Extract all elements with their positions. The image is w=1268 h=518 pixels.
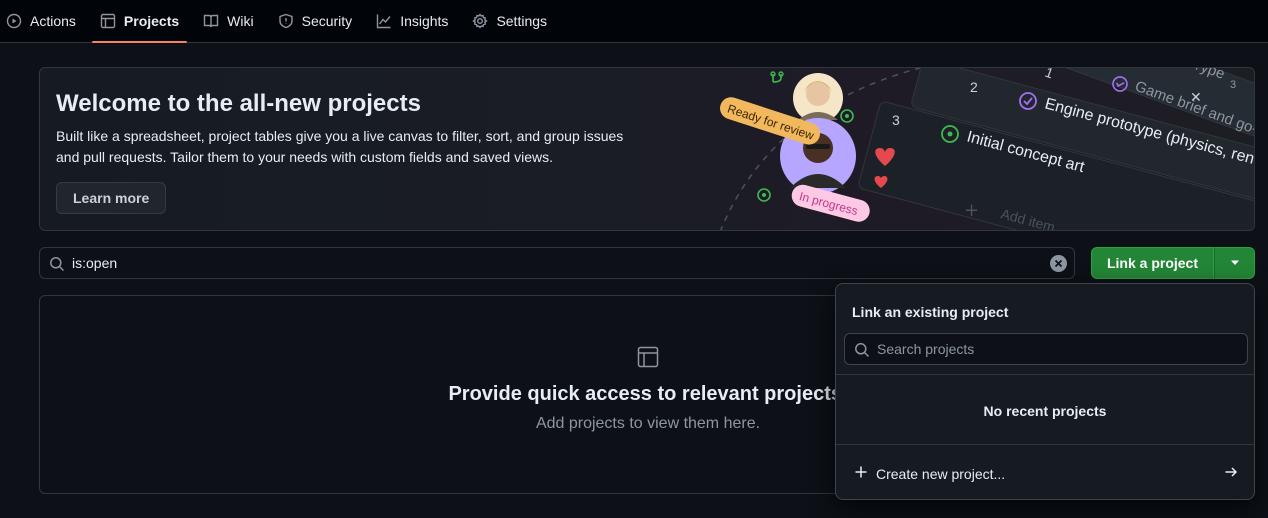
art-row1-num: 1 <box>1043 68 1056 82</box>
x-icon <box>1054 259 1063 268</box>
arrow-right-icon <box>1225 467 1238 477</box>
plus-icon <box>855 466 867 478</box>
art-close-mark: ✕ <box>1190 90 1202 106</box>
banner-title: Welcome to the all-new projects <box>56 90 421 117</box>
triangle-down-icon <box>1230 260 1239 265</box>
clear-filter-button[interactable] <box>1050 255 1067 272</box>
banner-illustration: 1 Game brief and go-no Type 3 2 Engine p… <box>720 68 1254 230</box>
create-new-project-label: Create new project... <box>876 466 1006 482</box>
repo-nav: Actions Projects Wiki Security Insights … <box>0 0 1268 43</box>
learn-more-button[interactable]: Learn more <box>56 182 167 214</box>
art-row3-num: 3 <box>892 112 900 128</box>
banner-description: Built like a spreadsheet, project tables… <box>56 128 624 165</box>
tab-security[interactable]: Security <box>270 0 361 43</box>
search-projects-input[interactable] <box>877 334 1237 364</box>
tab-settings[interactable]: Settings <box>464 0 555 43</box>
tab-projects-label: Projects <box>123 13 180 29</box>
tab-wiki-label: Wiki <box>227 13 254 29</box>
dropdown-search <box>844 333 1248 365</box>
tab-wiki[interactable]: Wiki <box>195 0 261 43</box>
search-icon <box>50 257 65 272</box>
link-project-dropdown-toggle[interactable] <box>1214 247 1255 279</box>
graph-icon <box>376 14 391 29</box>
art-dot-icon-2 <box>757 188 771 202</box>
book-icon <box>203 14 219 28</box>
divider <box>836 374 1254 375</box>
tab-actions-label: Actions <box>30 13 76 29</box>
search-icon <box>855 343 870 358</box>
gear-icon <box>472 13 489 29</box>
link-project-button[interactable]: Link a project <box>1091 247 1214 279</box>
link-project-button-group: Link a project <box>1091 247 1255 279</box>
welcome-banner: Welcome to the all-new projects Built li… <box>39 67 1255 231</box>
table-icon <box>637 346 659 368</box>
art-add-plus: + <box>964 200 979 221</box>
project-filter-search <box>39 247 1075 279</box>
divider <box>836 444 1254 445</box>
art-dot-icon-1 <box>840 109 854 123</box>
shield-icon <box>278 13 293 29</box>
art-merge-icon <box>770 71 784 83</box>
no-recent-projects-message: No recent projects <box>983 403 1107 419</box>
table-icon <box>100 13 116 29</box>
avatar-top <box>793 73 843 123</box>
tab-security-label: Security <box>301 13 353 29</box>
create-new-project-item[interactable]: Create new project... <box>844 452 1246 492</box>
art-row2-num: 2 <box>970 79 978 95</box>
tab-insights-label: Insights <box>400 13 449 29</box>
dropdown-title: Link an existing project <box>852 304 1009 320</box>
play-circle-icon <box>6 13 22 29</box>
project-filter-input[interactable] <box>72 248 1052 278</box>
tab-actions[interactable]: Actions <box>0 0 84 43</box>
tab-settings-label: Settings <box>496 13 548 29</box>
art-type-count: 3 <box>1230 79 1236 91</box>
tab-projects[interactable]: Projects <box>91 0 188 43</box>
link-project-dropdown: Link an existing project No recent proje… <box>835 283 1255 500</box>
tab-insights[interactable]: Insights <box>368 0 456 43</box>
